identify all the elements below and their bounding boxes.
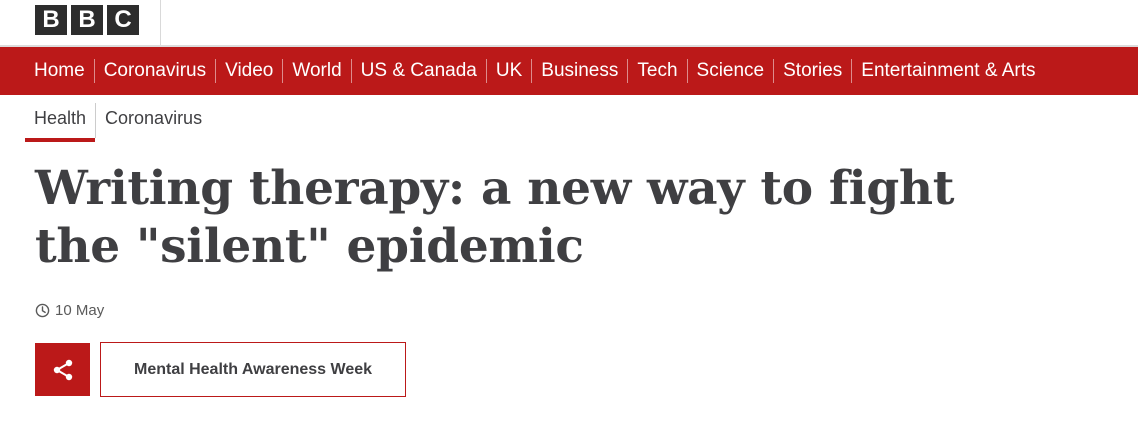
logo-letter-c: C	[107, 5, 139, 35]
article-date-row: 10 May	[35, 302, 104, 319]
logo-letter-b2: B	[71, 5, 103, 35]
topic-tag-button[interactable]: Mental Health Awareness Week	[100, 342, 406, 397]
nav-item-entertainment-arts[interactable]: Entertainment & Arts	[851, 59, 1044, 83]
article-date: 10 May	[55, 302, 105, 319]
secondary-nav: Health Coronavirus	[25, 103, 211, 142]
logo-letter-b1: B	[35, 5, 67, 35]
article-headline: Writing therapy: a new way to fight the …	[35, 161, 955, 274]
nav-item-business[interactable]: Business	[531, 59, 627, 83]
nav-item-us-canada[interactable]: US & Canada	[350, 59, 486, 83]
masthead-divider	[160, 0, 161, 46]
nav-item-uk[interactable]: UK	[485, 59, 531, 83]
nav-item-world[interactable]: World	[282, 59, 350, 83]
share-button[interactable]	[35, 343, 90, 396]
subnav-item-coronavirus[interactable]: Coronavirus	[95, 103, 211, 138]
masthead: B B C	[0, 0, 1138, 47]
share-icon	[53, 359, 72, 380]
primary-nav: Home Coronavirus Video World US & Canada…	[0, 47, 1138, 95]
nav-item-stories[interactable]: Stories	[773, 59, 851, 83]
nav-item-video[interactable]: Video	[215, 59, 282, 83]
nav-item-tech[interactable]: Tech	[627, 59, 686, 83]
bbc-logo[interactable]: B B C	[35, 5, 139, 35]
subnav-item-health[interactable]: Health	[25, 103, 96, 142]
clock-icon	[35, 303, 50, 318]
nav-item-science[interactable]: Science	[686, 59, 774, 83]
nav-item-home[interactable]: Home	[25, 59, 94, 83]
nav-item-coronavirus[interactable]: Coronavirus	[93, 59, 215, 83]
